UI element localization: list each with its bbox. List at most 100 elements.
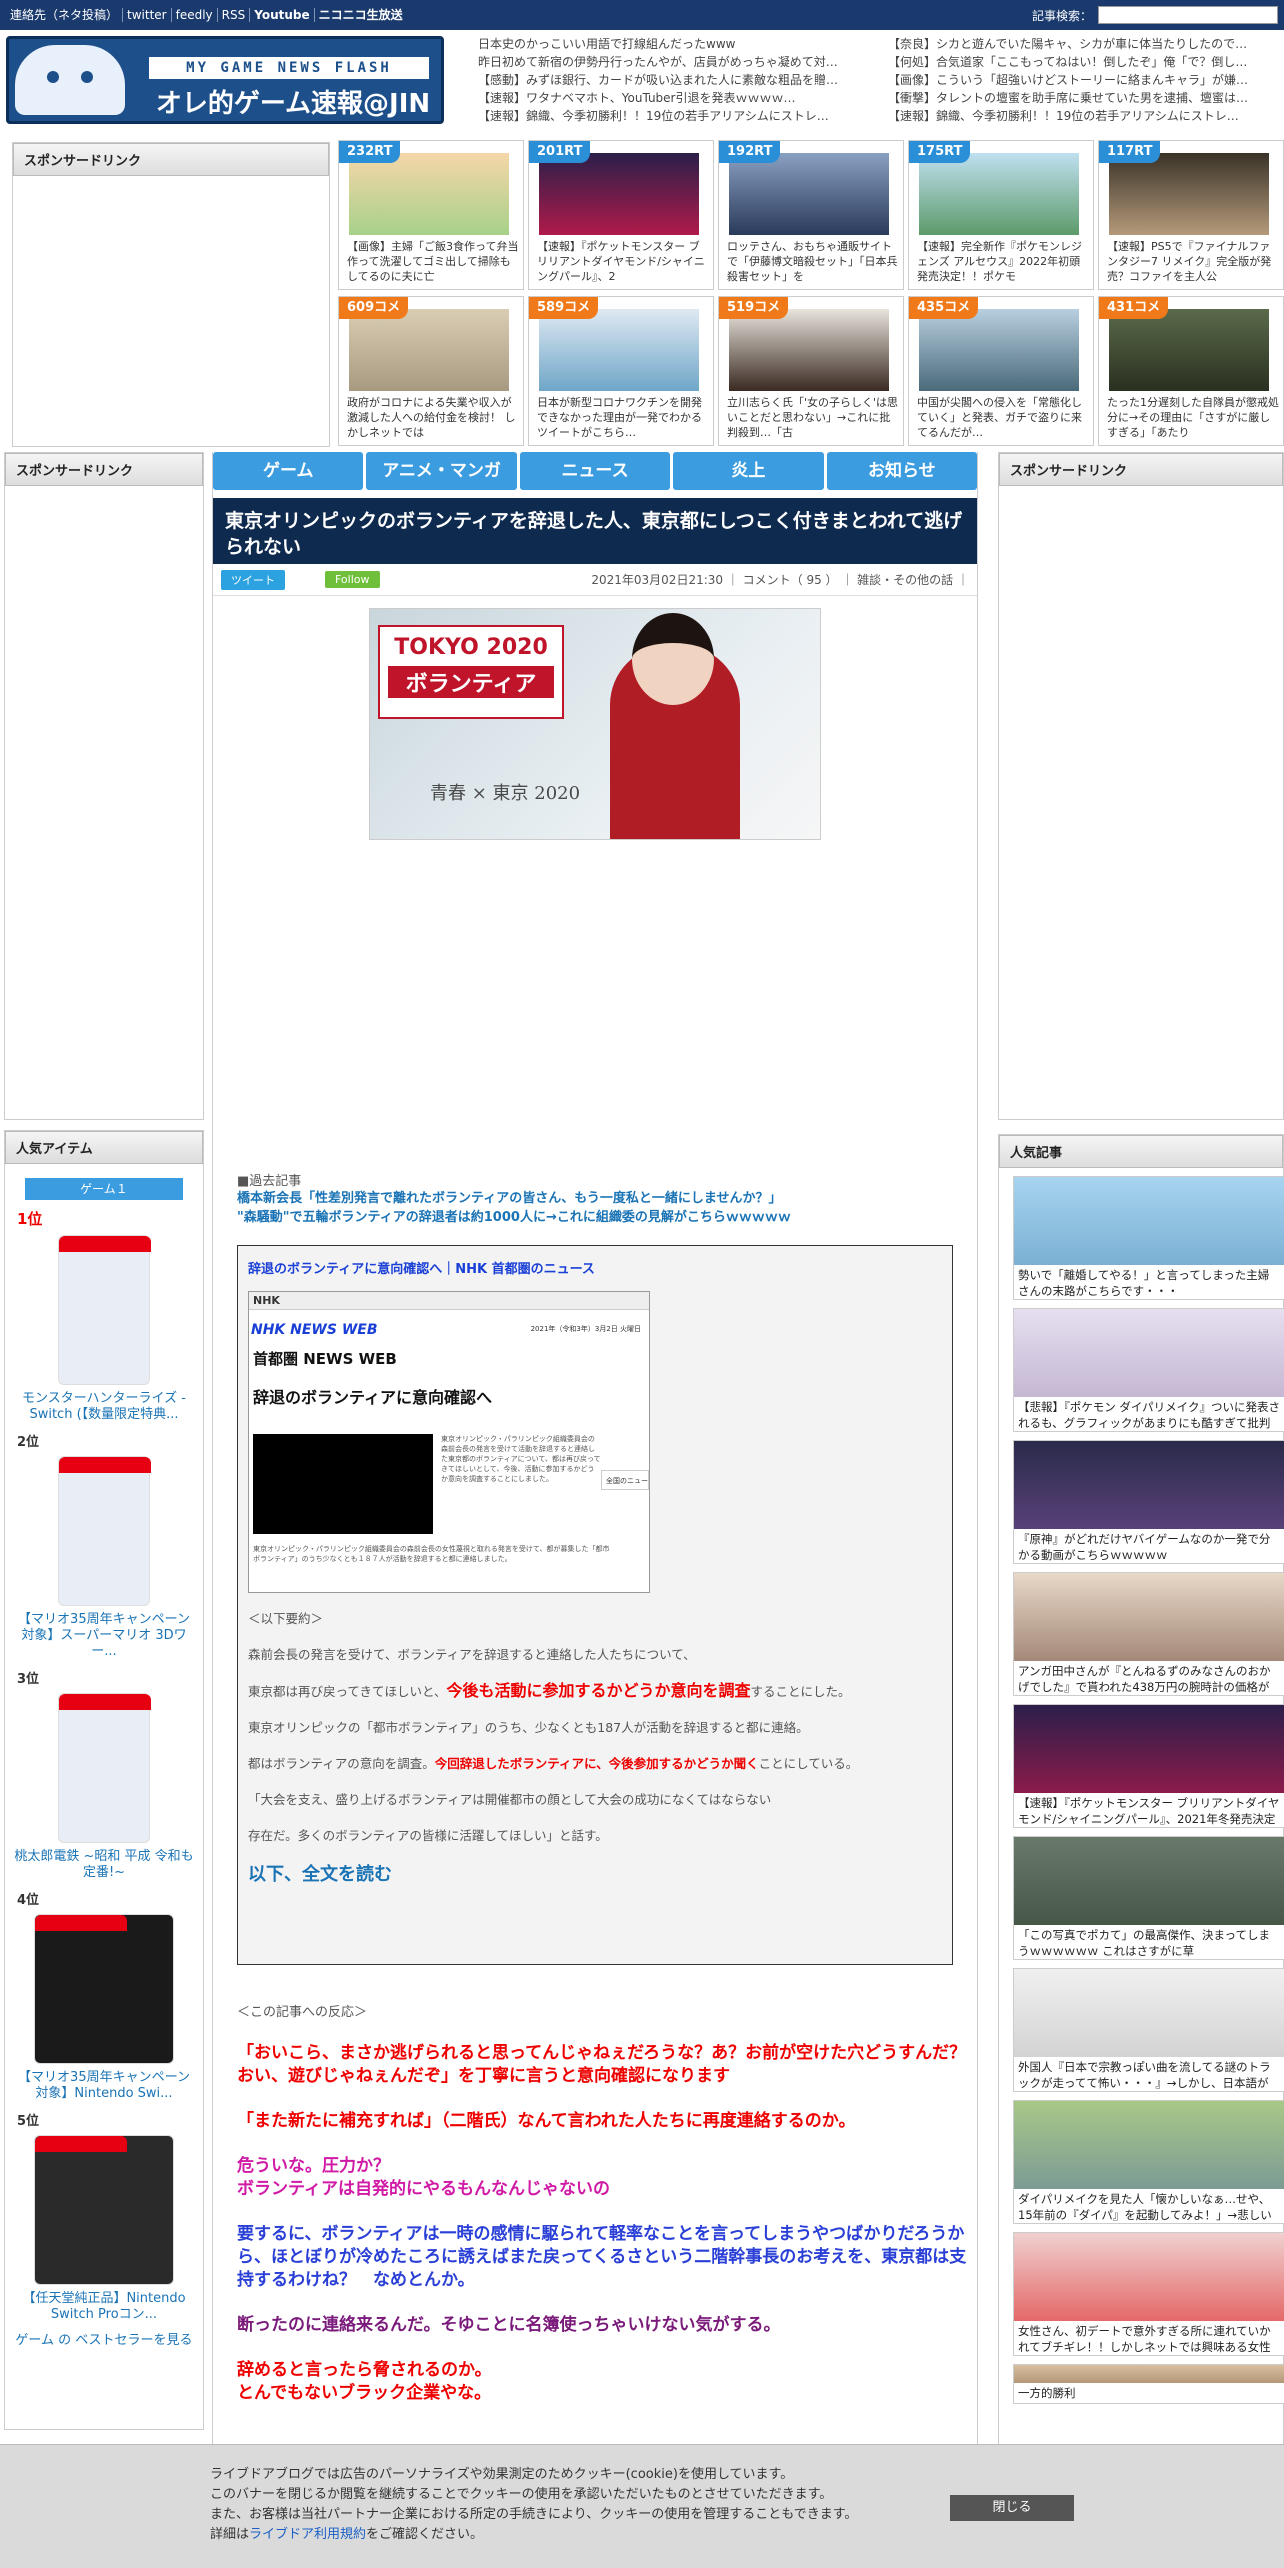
logo-title: オレ的ゲーム速報@JIN <box>155 89 431 119</box>
screenshot-section: 首都圏 NEWS WEB <box>253 1350 397 1368</box>
reaction: 「おいこら、まさか逃げられると思ってんじゃねぇだろうな？あ？お前が空けた穴どうす… <box>237 2043 967 2086</box>
screenshot-text: 東京オリンピック・パラリンピック組織委員会の森前会長の女性蔑視と取れる発言を受け… <box>253 1545 610 1563</box>
feedly-link[interactable]: feedly <box>172 8 218 22</box>
header-news-item[interactable]: 【速報】錦織、今季初勝利！！19位の若手アリアシムにストレ… <box>478 108 868 126</box>
product-item[interactable]: モンスターハンターライズ -Switch (【数量限定特典... <box>5 1235 203 1423</box>
nav-notice[interactable]: お知らせ <box>826 452 978 490</box>
summary-paragraph: 「大会を支え、盛り上げるボランティアは開催都市の顔として大会の成功になくてはなら… <box>248 1792 772 1807</box>
header-news-item[interactable]: 【速報】ワタナベマホト、YouTuber引退を発表ｗｗｗｗ… <box>478 90 868 108</box>
follow-button[interactable]: Follow <box>325 571 380 588</box>
past-link[interactable]: 橋本新会長「性差別発言で離れたボランティアの皆さん、もう一度私と一緒にしませんか… <box>237 1189 977 1208</box>
top-links: 連絡先（ネタ投稿） twitter feedly RSS Youtube ニコニ… <box>6 8 407 22</box>
nav-news[interactable]: ニュース <box>519 452 671 490</box>
article-card[interactable]: 192RT ロッテさん、おもちゃ通販サイトで「伊藤博文暗殺セット」「日本兵殺害セッ… <box>718 140 904 290</box>
past-link[interactable]: "森騒動"で五輪ボランティアの辞退者は約1000人に→これに組織委の見解がこちら… <box>237 1208 977 1227</box>
article-card[interactable]: 117RT 【速報】PS5で『ファイナルファンタジー7 リメイク』完全版が発売？コ… <box>1098 140 1284 290</box>
popular-article-title[interactable]: ダイパリメイクを見た人「懐かしいなぁ…せや、15年前の『ダイパ』を起動してみよ！… <box>1014 2189 1284 2223</box>
header-news-item[interactable]: 【奈良】シカと遊んでいた陽キャ、シカが車に体当たりしたので… <box>888 36 1278 54</box>
popular-article[interactable]: 『原神』がどれだけヤバイゲームなのか一発で分かる動画がこちらｗｗｗｗｗ <box>1013 1440 1284 1564</box>
card-thumbnail <box>919 309 1079 391</box>
nav-game[interactable]: ゲーム <box>213 452 364 490</box>
quote-title-link[interactable]: 辞退のボランティアに意向確認へ｜NHK 首都圏のニュース <box>248 1258 942 1277</box>
article-card[interactable]: 519コメ 立川志らく氏「'女の子らしく'は思いことだと思わない」→これに批判殺到… <box>718 296 904 446</box>
popular-article-title[interactable]: 一方的勝利 <box>1014 2383 1284 2403</box>
nav-enjou[interactable]: 炎上 <box>673 452 824 490</box>
popular-article-title[interactable]: 『原神』がどれだけヤバイゲームなのか一発で分かる動画がこちらｗｗｗｗｗ <box>1014 1529 1284 1563</box>
product-item[interactable]: 【マリオ35周年キャンペーン対象】Nintendo Swi... <box>5 1914 203 2102</box>
right-sidebar: スポンサードリンク 人気記事 勢いで「離婚してやる！」と言ってしまった主婦さんの… <box>998 452 1284 2534</box>
product-title[interactable]: モンスターハンターライズ -Switch (【数量限定特典... <box>5 1385 203 1423</box>
popular-article-title[interactable]: 外国人『日本で宗教っぽい曲を流してる謎のトラックが走ってて怖い・・・』→しかし、… <box>1014 2057 1284 2091</box>
product-image <box>58 1235 151 1385</box>
header-news-item[interactable]: 【感動】みずほ銀行、カードが吸い込まれた人に素敵な粗品を贈… <box>478 72 868 90</box>
site-logo[interactable]: MY GAME NEWS FLASH オレ的ゲーム速報@JIN <box>6 36 444 124</box>
article-card[interactable]: 175RT 【速報】完全新作『ポケモンレジェンズ アルセウス』2022年初頭発売決… <box>908 140 1094 290</box>
article-card[interactable]: 201RT 【速報】『ポケットモンスター ブリリアントダイヤモンド/シャイニングパ… <box>528 140 714 290</box>
popular-article[interactable]: 勢いで「離婚してやる！」と言ってしまった主婦さんの末路がこちらです・・・ <box>1013 1176 1284 1300</box>
search-label: 記事検索： <box>1031 8 1092 23</box>
popular-article[interactable]: 【速報】『ポケットモンスター ブリリアントダイヤモンド/シャイニングパール』、2… <box>1013 1704 1284 1828</box>
niconico-link[interactable]: ニコニコ生放送 <box>315 8 407 22</box>
cookie-close-button[interactable]: 閉じる <box>950 2495 1074 2521</box>
article-card[interactable]: 232RT 【画像】主婦「ご飯3食作って弁当作って洗濯してゴミ出して掃除もしてるの… <box>338 140 524 290</box>
nav-anime-manga[interactable]: アニメ・マンガ <box>366 452 517 490</box>
article-title: 東京オリンピックのボランティアを辞退した人、東京都にしつこく付きまとわれて逃げら… <box>213 498 977 564</box>
tweet-button[interactable]: ツイート <box>221 569 285 590</box>
header-news-item[interactable]: 【速報】錦織、今季初勝利！！19位の若手アリアシムにストレ… <box>888 108 1278 126</box>
cookie-line: 詳細はライブドア利用規約をご確認ください。 <box>210 2527 484 2542</box>
header-news-item[interactable]: 【何処】合気道家「ここもってねはい！倒したぞ」俺「で？倒し… <box>888 54 1278 72</box>
header-news-item[interactable]: 昨日初めて新宿の伊勢丹行ったんやが、店員がめっちゃ凝めて対… <box>478 54 868 72</box>
header-news-item[interactable]: 日本史のかっこいい用語で打線組んだったwww <box>478 36 868 54</box>
reaction: 断ったのに連絡来るんだ。そゆことに名簿使っちゃいけない気がする。 <box>237 2315 781 2335</box>
card-thumbnail <box>1109 153 1269 235</box>
product-title[interactable]: 【マリオ35周年キャンペーン対象】スーパーマリオ 3Dワー... <box>5 1606 203 1660</box>
left-sidebar: スポンサードリンク 人気アイテム ゲーム１ 1位 モンスターハンターライズ -S… <box>4 452 204 2430</box>
comment-badge: 435コメ <box>909 297 979 319</box>
youtube-link[interactable]: Youtube <box>250 8 315 22</box>
sponsor-heading: スポンサードリンク <box>5 453 203 486</box>
popular-article[interactable]: 【悲報】『ポケモン ダイパリメイク』ついに発表されるも、グラフィックがあまりにも… <box>1013 1308 1284 1432</box>
article-card[interactable]: 435コメ 中国が尖閣への侵入を「常態化していく」と発表、ガチで盗りに来てるんだが… <box>908 296 1094 446</box>
bestseller-link[interactable]: ゲーム の ベストセラーを見る <box>5 2323 203 2354</box>
card-thumbnail <box>349 153 509 235</box>
product-item[interactable]: 桃太郎電鉄 ~昭和 平成 令和も定番!~ <box>5 1693 203 1881</box>
search-input[interactable] <box>1098 6 1278 24</box>
read-more-link[interactable]: 以下、全文を読む <box>248 1860 942 1886</box>
popular-article[interactable]: ダイパリメイクを見た人「懐かしいなぁ…せや、15年前の『ダイパ』を起動してみよ！… <box>1013 2100 1284 2224</box>
popular-article-title[interactable]: 女性さん、初デートで意外すぎる所に連れていかれてブチギレ！！しかしネットでは興味… <box>1014 2321 1284 2355</box>
article-card[interactable]: 609コメ 政府がコロナによる失業や収入が激減した人への給付金を検討！ しかしネッ… <box>338 296 524 446</box>
hero-label-line2: ボランティア <box>388 666 554 698</box>
product-item[interactable]: 【マリオ35周年キャンペーン対象】スーパーマリオ 3Dワー... <box>5 1456 203 1660</box>
popular-article-title[interactable]: 【悲報】『ポケモン ダイパリメイク』ついに発表されるも、グラフィックがあまりにも… <box>1014 1397 1284 1431</box>
card-thumbnail <box>729 153 889 235</box>
popular-article-title[interactable]: 勢いで「離婚してやる！」と言ってしまった主婦さんの末路がこちらです・・・ <box>1014 1265 1284 1299</box>
sponsor-box-right: スポンサードリンク <box>998 452 1284 1120</box>
product-title[interactable]: 桃太郎電鉄 ~昭和 平成 令和も定番!~ <box>5 1843 203 1881</box>
popular-article[interactable]: 女性さん、初デートで意外すぎる所に連れていかれてブチギレ！！しかしネットでは興味… <box>1013 2232 1284 2356</box>
rank-label: 4位 <box>17 1893 40 1908</box>
header-news-item[interactable]: 【衝撃】タレントの壇蜜を助手席に乗せていた男を逮捕、壇蜜は… <box>888 90 1278 108</box>
popular-article[interactable]: 外国人『日本で宗教っぽい曲を流してる謎のトラックが走ってて怖い・・・』→しかし、… <box>1013 1968 1284 2092</box>
rt-badge: 232RT <box>339 141 401 163</box>
rss-link[interactable]: RSS <box>218 8 251 22</box>
reaction: 要するに、ボランティアは一時の感情に駆られて軽率なことを言ってしまうやつばかりだ… <box>237 2224 967 2290</box>
product-title[interactable]: 【任天堂純正品】Nintendo Switch Proコン... <box>5 2285 203 2323</box>
article-card[interactable]: 431コメ たった1分遅刻した自隊員が懲戒処分に→その理由に「さすがに厳しすぎる」… <box>1098 296 1284 446</box>
screenshot-button: 全国のニュー <box>601 1470 649 1490</box>
product-image <box>58 1456 151 1606</box>
terms-link[interactable]: ライブドア利用規約 <box>249 2527 366 2542</box>
product-title[interactable]: 【マリオ35周年キャンペーン対象】Nintendo Swi... <box>5 2064 203 2102</box>
popular-article-title[interactable]: 「この写真でポカて」の最高傑作、決まってしまうｗｗｗｗｗｗ これはさすがに草 <box>1014 1925 1284 1959</box>
popular-article[interactable]: 一方的勝利 <box>1013 2364 1284 2404</box>
twitter-link[interactable]: twitter <box>123 8 172 22</box>
rank-label: 3位 <box>17 1672 40 1687</box>
popular-article-title[interactable]: アンガ田中さんが『とんねるずのみなさんのおかげでした』で貰われた438万円の腕時… <box>1014 1661 1284 1695</box>
popular-article-title[interactable]: 【速報】『ポケットモンスター ブリリアントダイヤモンド/シャイニングパール』、2… <box>1014 1793 1284 1827</box>
header-news-item[interactable]: 【画像】こういう「超強いけどストーリーに絡まんキャラ」が嫌… <box>888 72 1278 90</box>
popular-article[interactable]: アンガ田中さんが『とんねるずのみなさんのおかげでした』で貰われた438万円の腕時… <box>1013 1572 1284 1696</box>
article-card[interactable]: 589コメ 日本が新型コロナワクチンを開発できなかった理由が一発でわかるツイートが… <box>528 296 714 446</box>
popular-article[interactable]: 「この写真でポカて」の最高傑作、決まってしまうｗｗｗｗｗｗ これはさすがに草 <box>1013 1836 1284 1960</box>
tab-game1[interactable]: ゲーム１ <box>25 1178 183 1200</box>
contact-link[interactable]: 連絡先（ネタ投稿） <box>6 8 124 22</box>
product-item[interactable]: 【任天堂純正品】Nintendo Switch Proコン... <box>5 2135 203 2323</box>
